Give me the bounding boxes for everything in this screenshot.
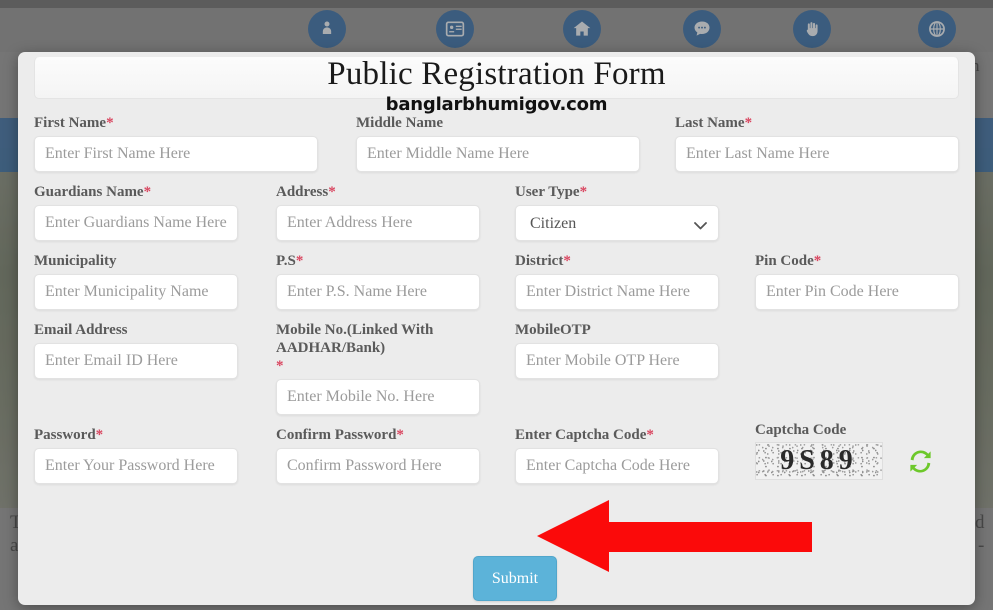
- captcha-block: Captcha Code 9S89: [755, 422, 965, 480]
- field-label: Middle Name: [356, 115, 444, 131]
- required-asterisk: *: [95, 427, 104, 443]
- page-title: Public Registration Form: [327, 56, 666, 92]
- municipality-input[interactable]: [34, 274, 238, 310]
- first-name-input[interactable]: [34, 136, 318, 172]
- district-input[interactable]: [515, 274, 719, 310]
- required-asterisk: *: [579, 184, 588, 200]
- required-asterisk: *: [276, 358, 284, 374]
- site-name: banglarbhumigov.com: [385, 94, 608, 115]
- required-asterisk: *: [563, 253, 571, 269]
- field-pin-code: Pin Code*: [755, 252, 959, 310]
- field-mobile: Mobile No.(Linked With AADHAR/Bank) *: [276, 321, 480, 415]
- required-asterisk: *: [646, 427, 654, 443]
- required-asterisk: *: [295, 253, 304, 269]
- field-municipality: Municipality: [34, 252, 238, 310]
- field-label: Municipality: [34, 253, 117, 269]
- field-first-name: First Name*: [34, 114, 318, 172]
- captcha-input[interactable]: [515, 448, 719, 484]
- required-asterisk: *: [813, 253, 822, 269]
- captcha-image: 9S89: [755, 442, 883, 480]
- field-label: MobileOTP: [515, 322, 591, 338]
- field-password: Password*: [34, 426, 238, 484]
- field-label: District*: [515, 253, 571, 269]
- field-captcha-code: Enter Captcha Code*: [515, 426, 719, 484]
- field-email: Email Address: [34, 321, 238, 379]
- field-label: P.S*: [276, 253, 304, 269]
- required-asterisk: *: [106, 115, 114, 131]
- field-label: First Name*: [34, 115, 114, 131]
- field-label: Enter Captcha Code*: [515, 427, 654, 443]
- field-label: Pin Code*: [755, 253, 822, 269]
- guardians-name-input[interactable]: [34, 205, 238, 241]
- field-label: Confirm Password*: [276, 427, 404, 443]
- confirm-password-input[interactable]: [276, 448, 480, 484]
- required-asterisk: *: [328, 184, 336, 200]
- pin-code-input[interactable]: [755, 274, 959, 310]
- field-label: Guardians Name*: [34, 184, 152, 200]
- middle-name-input[interactable]: [356, 136, 640, 172]
- last-name-input[interactable]: [675, 136, 959, 172]
- email-field[interactable]: [34, 343, 238, 379]
- field-address: Address*: [276, 183, 480, 241]
- field-user-type: User Type* Citizen: [515, 183, 719, 241]
- field-label: User Type*: [515, 184, 588, 200]
- refresh-icon[interactable]: [905, 446, 935, 476]
- field-ps: P.S*: [276, 252, 480, 310]
- mobile-number-input[interactable]: [276, 379, 480, 415]
- captcha-label: Captcha Code: [755, 422, 847, 438]
- address-input[interactable]: [276, 205, 480, 241]
- field-label: Address*: [276, 184, 336, 200]
- field-middle-name: Middle Name: [356, 114, 640, 172]
- mobile-otp-input[interactable]: [515, 343, 719, 379]
- required-asterisk: *: [396, 427, 404, 443]
- field-confirm-password: Confirm Password*: [276, 426, 480, 484]
- field-label: Mobile No.(Linked With AADHAR/Bank) *: [276, 322, 434, 374]
- registration-form: First Name* Middle Name Last Name* Guard…: [18, 114, 975, 604]
- field-mobile-otp: MobileOTP: [515, 321, 719, 379]
- field-label: Last Name*: [675, 115, 753, 131]
- user-type-select[interactable]: Citizen: [515, 205, 719, 241]
- field-label: Email Address: [34, 322, 128, 338]
- required-asterisk: *: [744, 115, 753, 131]
- required-asterisk: *: [143, 184, 152, 200]
- field-label: Password*: [34, 427, 104, 443]
- password-input[interactable]: [34, 448, 238, 484]
- submit-button[interactable]: Submit: [473, 556, 557, 601]
- field-guardians-name: Guardians Name*: [34, 183, 238, 241]
- ps-input[interactable]: [276, 274, 480, 310]
- field-last-name: Last Name*: [675, 114, 959, 172]
- field-district: District*: [515, 252, 719, 310]
- registration-modal: Public Registration Form banglarbhumigov…: [18, 52, 975, 605]
